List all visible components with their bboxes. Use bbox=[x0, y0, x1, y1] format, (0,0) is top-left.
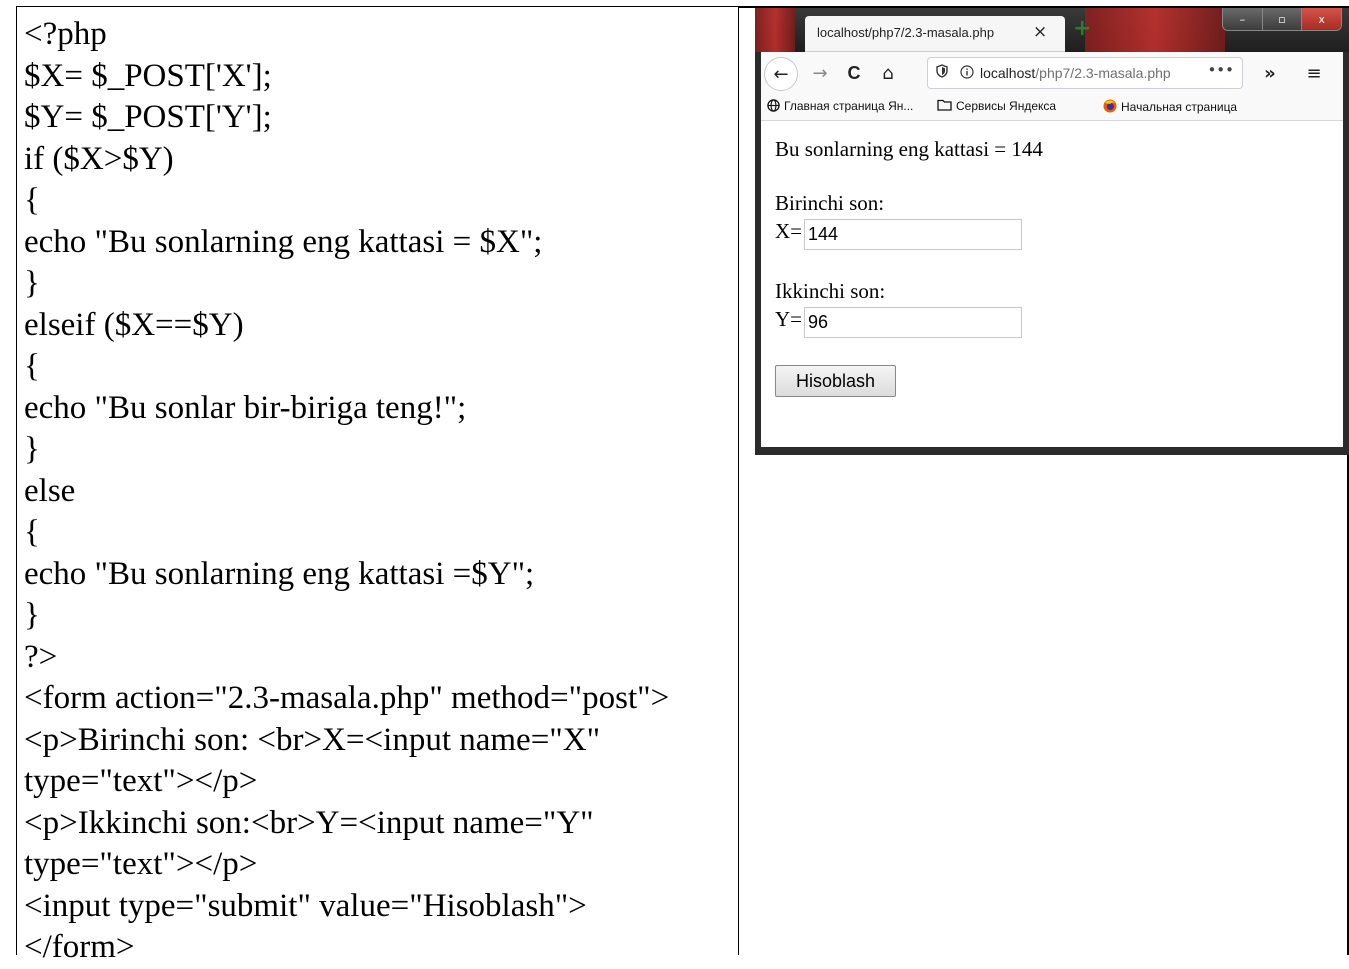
code-listing: <?php $X= $_POST['X']; $Y= $_POST['Y'];if … bbox=[24, 14, 669, 969]
hamburger-menu-icon[interactable]: ≡ bbox=[1301, 60, 1327, 86]
title-bar: localhost/php7/2.3-masala.php × + – ▫ x bbox=[755, 8, 1349, 52]
bookmark-label: Начальная страница bbox=[1121, 100, 1238, 114]
code-line: echo "Bu sonlar bir-biriga teng!"; bbox=[24, 389, 467, 426]
titlebar-accent bbox=[1085, 8, 1225, 52]
bookmark-item[interactable]: Начальная страница bbox=[1103, 99, 1237, 114]
code-line: echo "Bu sonlarning eng kattasi = $X"; bbox=[24, 223, 543, 260]
close-window-button[interactable]: x bbox=[1302, 8, 1341, 30]
code-line: <p>Birinchi son: <br>X=<input name="X" bbox=[24, 721, 601, 758]
code-line: ?> bbox=[24, 638, 58, 675]
tab-title: localhost/php7/2.3-masala.php bbox=[817, 25, 995, 40]
shield-icon[interactable] bbox=[936, 64, 948, 82]
x-input[interactable]: 144 bbox=[804, 219, 1023, 250]
reload-button[interactable]: C bbox=[841, 60, 867, 86]
code-line: $X= $_POST['X']; bbox=[24, 57, 272, 94]
new-tab-button[interactable]: + bbox=[1073, 16, 1091, 41]
site-info-icon[interactable] bbox=[960, 65, 974, 83]
x-row: X= 144 bbox=[775, 219, 1023, 250]
minimize-button[interactable]: – bbox=[1223, 8, 1263, 30]
code-line: type="text"></p> bbox=[24, 846, 258, 882]
code-line: </form> bbox=[24, 929, 135, 965]
code-line: <?php bbox=[24, 16, 107, 52]
url-text[interactable]: localhost/php7/2.3-masala.php bbox=[980, 65, 1171, 81]
code-line: <p>Ikkinchi son:<br>Y=<input name="Y" bbox=[24, 804, 594, 841]
url-path: /php7/2.3-masala.php bbox=[1035, 65, 1171, 81]
navigation-toolbar: ← → C ⌂ localhost/php7/2.3-masala.php ••… bbox=[761, 52, 1343, 94]
page-actions-icon[interactable]: ••• bbox=[1207, 61, 1234, 79]
folder-icon bbox=[937, 99, 952, 113]
code-line: if ($X>$Y) bbox=[24, 140, 174, 177]
code-line: { bbox=[24, 514, 40, 550]
browser-window: localhost/php7/2.3-masala.php × + – ▫ x … bbox=[755, 8, 1349, 455]
bookmark-label: Сервисы Яндекса bbox=[956, 99, 1057, 113]
second-number-label: Ikkinchi son: bbox=[775, 279, 886, 303]
back-button[interactable]: ← bbox=[764, 57, 798, 91]
y-input[interactable]: 96 bbox=[804, 307, 1023, 338]
window-controls: – ▫ x bbox=[1222, 8, 1342, 31]
y-row: Y= 96 bbox=[775, 307, 1023, 338]
result-text: Bu sonlarning eng kattasi = 144 bbox=[775, 137, 1043, 161]
code-line: echo "Bu sonlarning eng kattasi =$Y"; bbox=[24, 555, 535, 592]
first-number-label: Birinchi son: bbox=[775, 191, 885, 215]
overflow-menu-button[interactable]: » bbox=[1257, 60, 1283, 86]
forward-button[interactable]: → bbox=[807, 60, 833, 86]
page-content: Bu sonlarning eng kattasi = 144 Birinchi… bbox=[761, 121, 1343, 447]
code-line: else bbox=[24, 472, 76, 509]
code-line: { bbox=[24, 182, 40, 218]
code-line: } bbox=[24, 265, 40, 301]
titlebar-accent bbox=[755, 8, 795, 52]
tab-close-icon[interactable]: × bbox=[1033, 22, 1047, 42]
firefox-icon bbox=[1103, 99, 1117, 114]
browser-tab[interactable]: localhost/php7/2.3-masala.php × bbox=[805, 16, 1065, 52]
x-prefix: X= bbox=[775, 219, 803, 243]
code-line: <form action="2.3-masala.php" method="po… bbox=[24, 680, 670, 716]
bookmarks-bar: Главная страница Ян... Сервисы Яндекса Н… bbox=[761, 94, 1343, 121]
code-line: $Y= $_POST['Y']; bbox=[24, 99, 272, 135]
code-line: { bbox=[24, 348, 40, 384]
code-line: } bbox=[24, 431, 40, 467]
url-host: localhost bbox=[980, 65, 1036, 81]
globe-icon bbox=[767, 99, 780, 113]
y-prefix: Y= bbox=[775, 307, 803, 331]
code-line: } bbox=[24, 597, 40, 633]
code-line: elseif ($X==$Y) bbox=[24, 306, 244, 343]
hisoblash-button[interactable]: Hisoblash bbox=[775, 365, 896, 397]
bookmark-label: Главная страница Ян... bbox=[784, 99, 914, 113]
code-cell: <?php $X= $_POST['X']; $Y= $_POST['Y'];if … bbox=[16, 6, 739, 965]
maximize-button[interactable]: ▫ bbox=[1262, 8, 1303, 30]
bookmark-item[interactable]: Сервисы Яндекса bbox=[937, 99, 1056, 113]
code-line: <input type="submit" value="Hisoblash"> bbox=[24, 887, 587, 924]
home-button[interactable]: ⌂ bbox=[875, 60, 901, 86]
code-line: type="text"></p> bbox=[24, 763, 258, 799]
url-bar[interactable]: localhost/php7/2.3-masala.php ••• bbox=[927, 57, 1243, 89]
bookmark-item[interactable]: Главная страница Ян... bbox=[767, 99, 913, 113]
